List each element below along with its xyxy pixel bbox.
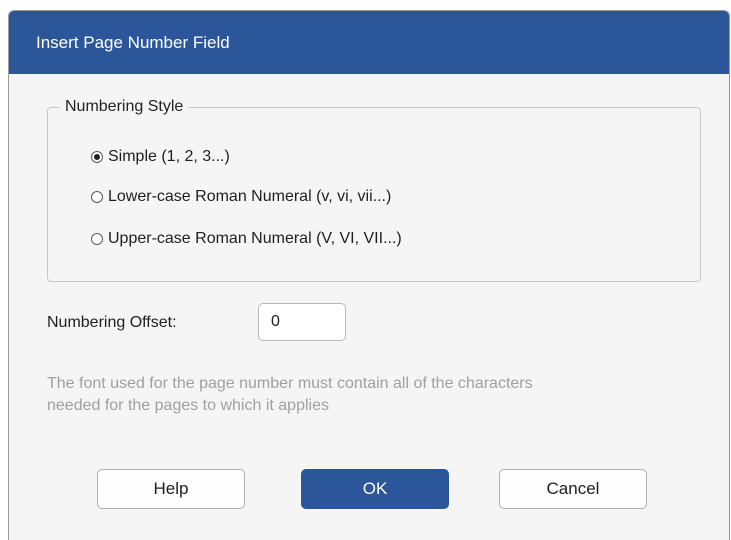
numbering-style-legend: Numbering Style [60, 97, 189, 117]
numbering-offset-label: Numbering Offset: [47, 314, 177, 331]
radio-uppercase-roman-indicator[interactable] [91, 233, 103, 245]
ok-button[interactable]: OK [301, 469, 449, 509]
radio-lowercase-roman[interactable]: Lower-case Roman Numeral (v, vi, vii...) [91, 188, 391, 206]
font-note-line-1: The font used for the page number must c… [47, 375, 533, 392]
cancel-button[interactable]: Cancel [499, 469, 647, 509]
radio-uppercase-roman-label: Upper-case Roman Numeral (V, VI, VII...) [108, 230, 402, 247]
cancel-button-label: Cancel [546, 479, 600, 498]
dialog-titlebar: Insert Page Number Field [9, 11, 729, 74]
insert-page-number-dialog: Insert Page Number Field Numbering Style… [8, 10, 730, 540]
radio-lowercase-roman-indicator[interactable] [91, 191, 103, 203]
radio-uppercase-roman[interactable]: Upper-case Roman Numeral (V, VI, VII...) [91, 230, 402, 248]
radio-simple[interactable]: Simple (1, 2, 3...) [91, 148, 230, 166]
numbering-offset-input[interactable] [258, 303, 346, 341]
radio-simple-label: Simple (1, 2, 3...) [108, 148, 230, 165]
dialog-title: Insert Page Number Field [36, 32, 230, 52]
help-button-label: Help [153, 479, 189, 498]
radio-lowercase-roman-label: Lower-case Roman Numeral (v, vi, vii...) [108, 188, 392, 205]
help-button[interactable]: Help [97, 469, 245, 509]
ok-button-label: OK [362, 479, 388, 498]
font-note: The font used for the page number must c… [47, 373, 727, 417]
radio-simple-indicator[interactable] [91, 151, 103, 163]
font-note-line-2: needed for the pages to which it applies [47, 397, 329, 414]
